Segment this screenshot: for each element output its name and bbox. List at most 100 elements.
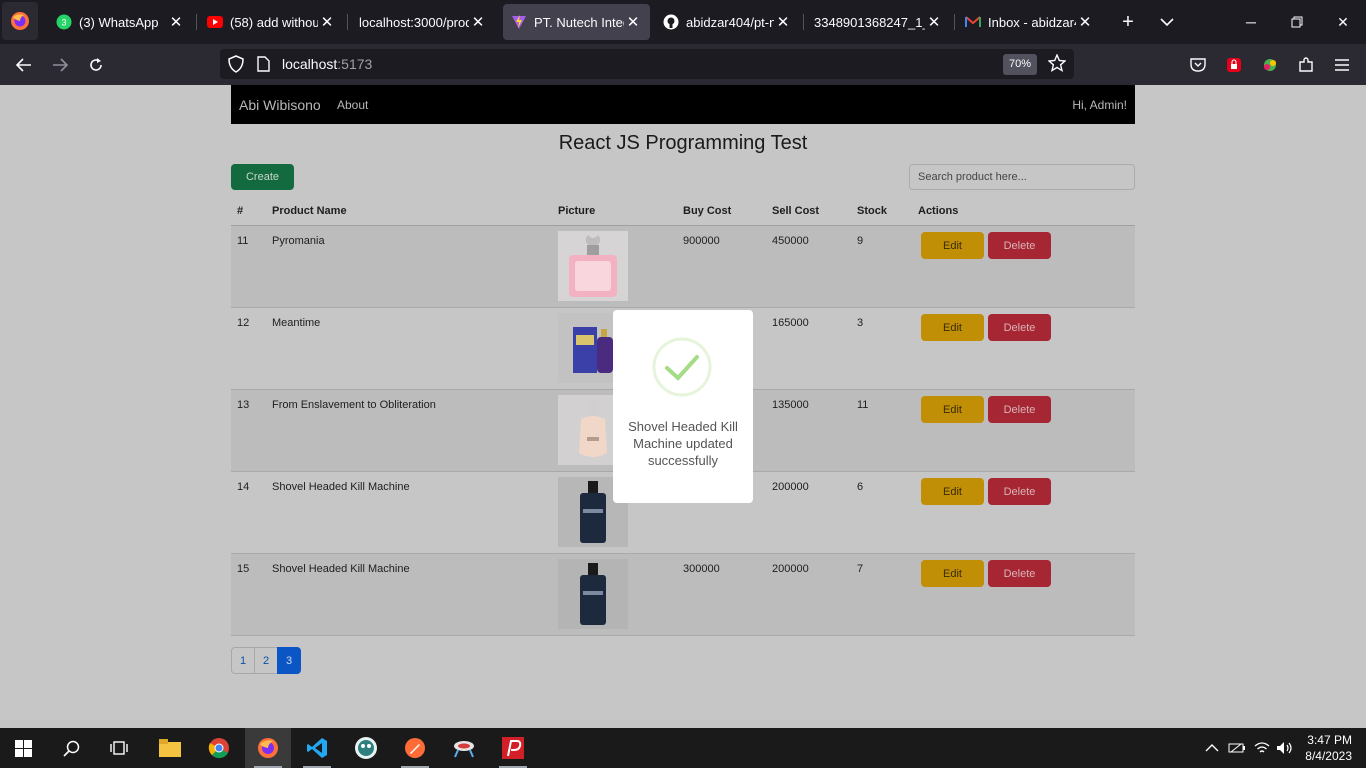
brand-link[interactable]: Abi Wibisono	[239, 97, 321, 113]
whatsapp-badge: 3	[61, 18, 66, 28]
search-icon[interactable]	[48, 728, 94, 768]
page-viewport: Abi Wibisono About Hi, Admin! React JS P…	[0, 85, 1366, 728]
task-view-icon[interactable]	[96, 728, 142, 768]
close-icon[interactable]: ✕	[774, 13, 792, 31]
tab-separator	[954, 14, 955, 30]
tab-whatsapp[interactable]: 3 (3) WhatsApp ✕	[48, 4, 193, 40]
delete-button[interactable]: Delete	[988, 560, 1051, 587]
close-icon[interactable]: ✕	[469, 13, 487, 31]
row-number: 11	[237, 235, 249, 247]
product-name: Shovel Headed Kill Machine	[272, 481, 410, 493]
stock: 7	[857, 563, 864, 575]
success-dialog: Shovel Headed Kill Machine updated succe…	[613, 310, 753, 503]
tab-separator	[803, 14, 804, 30]
delete-button[interactable]: Delete	[988, 232, 1051, 259]
sell-cost: 200000	[772, 481, 809, 493]
bookmark-star-icon[interactable]	[1047, 53, 1067, 75]
youtube-icon	[207, 14, 223, 30]
show-hidden-icons-icon[interactable]	[1205, 728, 1219, 768]
back-icon[interactable]	[10, 52, 38, 78]
close-icon[interactable]: ✕	[624, 13, 642, 31]
wifi-icon[interactable]	[1254, 728, 1270, 768]
vite-icon	[511, 14, 527, 30]
close-icon[interactable]: ✕	[1076, 13, 1094, 31]
vscode-icon[interactable]	[294, 728, 340, 768]
tab-youtube[interactable]: (58) add without r ✕	[199, 4, 344, 40]
tab-image[interactable]: 3348901368247_1_500x ✕	[806, 4, 951, 40]
delete-button[interactable]: Delete	[988, 314, 1051, 341]
edit-button[interactable]: Edit	[921, 560, 984, 587]
new-tab-icon[interactable]: +	[1114, 8, 1142, 36]
edit-button[interactable]: Edit	[921, 314, 984, 341]
firefox-taskbar-icon[interactable]	[245, 728, 291, 768]
close-icon[interactable]: ✕	[318, 13, 336, 31]
extension-colorful-icon[interactable]	[1256, 52, 1284, 78]
tab-title: (3) WhatsApp	[79, 14, 159, 30]
app-icon-mascot[interactable]	[343, 728, 389, 768]
chrome-icon[interactable]	[196, 728, 242, 768]
table-header: # Product Name Picture Buy Cost Sell Cos…	[231, 198, 1135, 226]
edit-button[interactable]: Edit	[921, 396, 984, 423]
delete-button[interactable]: Delete	[988, 396, 1051, 423]
extensions-puzzle-icon[interactable]	[1292, 52, 1320, 78]
product-name: From Enslavement to Obliteration	[272, 399, 436, 411]
close-icon[interactable]: ✕	[167, 13, 185, 31]
postman-icon[interactable]	[392, 728, 438, 768]
browser-nav-bar: localhost:5173 70%	[0, 44, 1366, 85]
pagination: 1 2 3	[231, 647, 301, 674]
col-sell-cost: Sell Cost	[772, 205, 820, 217]
restore-icon[interactable]	[1282, 8, 1312, 36]
app-icon-satellite[interactable]	[441, 728, 487, 768]
stock: 6	[857, 481, 864, 493]
url-bar[interactable]: localhost:5173 70%	[220, 49, 1074, 79]
close-icon[interactable]: ✕	[925, 13, 943, 31]
page-link-1[interactable]: 1	[231, 647, 255, 674]
zoom-level[interactable]: 70%	[1003, 54, 1038, 75]
tab-title: localhost:3000/produc	[359, 14, 469, 30]
windows-start-icon[interactable]	[0, 728, 46, 768]
page-link-3[interactable]: 3	[277, 647, 301, 674]
sell-cost: 450000	[772, 235, 809, 247]
create-button[interactable]: Create	[231, 164, 294, 190]
tab-separator	[347, 14, 348, 30]
extension-lock-icon[interactable]	[1220, 52, 1248, 78]
shield-icon[interactable]	[228, 55, 244, 76]
reload-icon[interactable]	[82, 52, 110, 78]
tab-localhost-3000[interactable]: localhost:3000/produc ✕	[350, 4, 495, 40]
browser-tab-bar: 3 (3) WhatsApp ✕ (58) add without r ✕ lo…	[0, 0, 1366, 44]
sell-cost: 135000	[772, 399, 809, 411]
tab-github[interactable]: abidzar404/pt-nut ✕	[655, 4, 800, 40]
windows-taskbar: 3:47 PM 8/4/2023	[0, 728, 1366, 768]
file-explorer-icon[interactable]	[147, 728, 193, 768]
page-link-2[interactable]: 2	[254, 647, 278, 674]
delete-button[interactable]: Delete	[988, 478, 1051, 505]
tab-gmail[interactable]: Inbox - abidzar40 ✕	[957, 4, 1102, 40]
row-number: 15	[237, 563, 250, 575]
nav-about-link[interactable]: About	[337, 98, 368, 112]
tab-title: PT. Nutech Integr	[534, 14, 624, 30]
col-product-name: Product Name	[272, 205, 347, 217]
page-icon[interactable]	[257, 56, 270, 75]
pocket-icon[interactable]	[1184, 52, 1212, 78]
list-all-tabs-icon[interactable]	[1153, 8, 1181, 36]
edit-button[interactable]: Edit	[921, 478, 984, 505]
edit-button[interactable]: Edit	[921, 232, 984, 259]
clock-date: 8/4/2023	[1305, 749, 1352, 763]
success-check-icon	[652, 337, 712, 397]
search-input[interactable]	[909, 164, 1135, 190]
app-icon-red-p[interactable]	[490, 728, 536, 768]
battery-icon[interactable]	[1228, 728, 1246, 768]
firefox-menu-icon[interactable]	[2, 2, 38, 40]
row-number: 12	[237, 317, 250, 329]
forward-icon[interactable]	[46, 52, 74, 78]
tab-nutech[interactable]: PT. Nutech Integr ✕	[503, 4, 650, 40]
minimize-icon[interactable]: ─	[1236, 8, 1266, 36]
volume-icon[interactable]	[1276, 728, 1294, 768]
buy-cost: 900000	[683, 235, 720, 247]
success-message: Shovel Headed Kill Machine updated succe…	[628, 419, 738, 468]
menu-hamburger-icon[interactable]	[1328, 52, 1356, 78]
product-image-dark-perfume	[558, 559, 628, 629]
taskbar-clock[interactable]: 3:47 PM 8/4/2023	[1305, 732, 1352, 764]
close-window-icon[interactable]: ✕	[1328, 8, 1358, 36]
tab-title: Inbox - abidzar40	[988, 14, 1076, 30]
